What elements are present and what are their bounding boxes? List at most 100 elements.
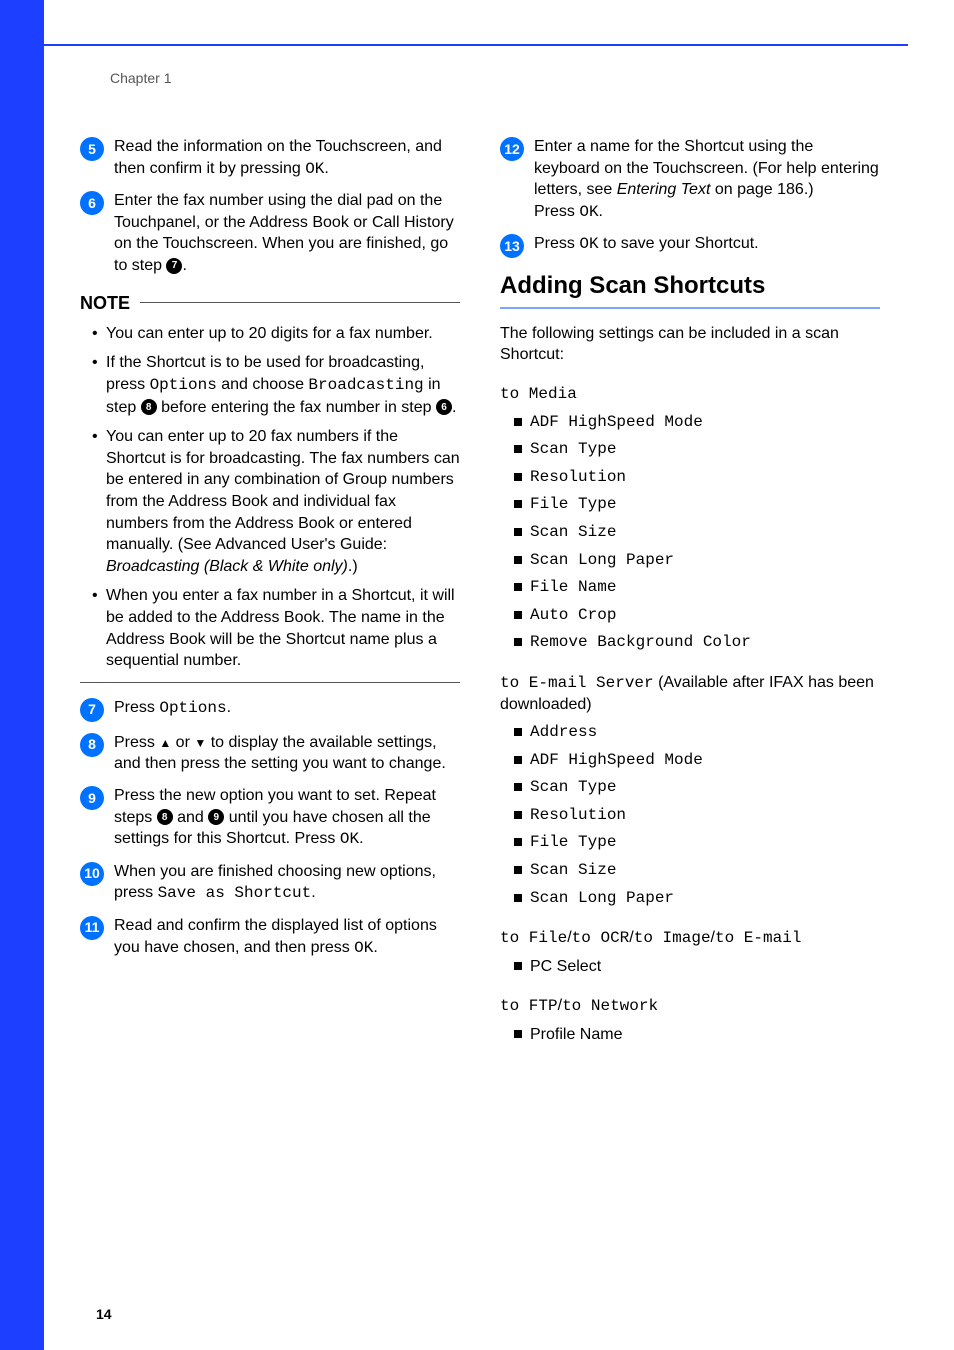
page-number: 14: [96, 1306, 112, 1322]
left-column: 5 Read the information on the Touchscree…: [80, 126, 460, 1052]
step-13-body: Press OK to save your Shortcut.: [534, 233, 880, 256]
sub1-label: to Media: [500, 384, 880, 406]
sub2-item: Resolution: [514, 805, 880, 827]
step-badge-13: 13: [500, 234, 524, 258]
step-badge-12: 12: [500, 137, 524, 161]
note-c: You can enter up to 20 fax numbers if th…: [94, 426, 460, 577]
step-13-b: to save your Shortcut.: [599, 235, 759, 252]
note-b-b: and choose: [217, 376, 309, 393]
section-lead: The following settings can be included i…: [500, 323, 880, 366]
step-11-c: .: [373, 939, 377, 956]
sub3-a: to File: [500, 929, 567, 947]
side-accent-bar: [0, 0, 44, 1350]
ref-badge-7: 7: [166, 258, 182, 274]
step-6: 6 Enter the fax number using the dial pa…: [80, 190, 460, 276]
step-5-ok: OK: [305, 160, 324, 178]
step-11: 11 Read and confirm the displayed list o…: [80, 915, 460, 959]
ref-badge-6: 6: [436, 399, 452, 415]
step-12: 12 Enter a name for the Shortcut using t…: [500, 136, 880, 223]
step-9: 9 Press the new option you want to set. …: [80, 785, 460, 851]
step-13-a: Press: [534, 235, 579, 252]
step-badge-5: 5: [80, 137, 104, 161]
step-9-ok: OK: [340, 830, 359, 848]
step-7-options: Options: [159, 699, 226, 717]
sub2-label-a: to E-mail Server: [500, 674, 654, 692]
sub4-list: Profile Name: [500, 1024, 880, 1046]
note-d: When you enter a fax number in a Shortcu…: [94, 585, 460, 671]
ref-badge-8b: 8: [157, 809, 173, 825]
ref-badge-9: 9: [208, 809, 224, 825]
step-8-mid1: or: [171, 734, 194, 751]
step-7: 7 Press Options.: [80, 697, 460, 722]
note-c-italic: Broadcasting (Black & White only): [106, 558, 348, 575]
step-12-c: Press: [534, 203, 579, 220]
sub1-item: File Name: [514, 577, 880, 599]
sub4-a: to FTP: [500, 997, 558, 1015]
step-12-ok: OK: [579, 203, 598, 221]
step-7-body: Press Options.: [114, 697, 460, 720]
step-8: 8 Press ▲ or ▼ to display the available …: [80, 732, 460, 775]
sub4-item: Profile Name: [514, 1024, 880, 1046]
step-11-a: Read and confirm the displayed list of o…: [114, 917, 437, 956]
step-11-ok: OK: [354, 939, 373, 957]
sub1-list: ADF HighSpeed Mode Scan Type Resolution …: [500, 412, 880, 654]
step-9-body: Press the new option you want to set. Re…: [114, 785, 460, 851]
step-9-c: .: [359, 830, 363, 847]
step-10-body: When you are finished choosing new optio…: [114, 861, 460, 905]
note-b-d: before entering the fax number in step: [157, 399, 436, 416]
sub1-item: Scan Long Paper: [514, 550, 880, 572]
note-close-rule: [80, 682, 460, 683]
two-column-layout: 5 Read the information on the Touchscree…: [80, 126, 880, 1052]
section-rule: [500, 307, 880, 309]
note-label: NOTE: [80, 291, 130, 315]
note-c-b: .): [348, 558, 358, 575]
chapter-label: Chapter 1: [110, 70, 880, 86]
ref-badge-8: 8: [141, 399, 157, 415]
sub2-item: Scan Long Paper: [514, 888, 880, 910]
sub2-list: Address ADF HighSpeed Mode Scan Type Res…: [500, 722, 880, 909]
sub1-item: Scan Type: [514, 439, 880, 461]
step-10: 10 When you are finished choosing new op…: [80, 861, 460, 905]
step-6-text-b: .: [182, 257, 186, 274]
note-b: If the Shortcut is to be used for broadc…: [94, 352, 460, 418]
step-13: 13 Press OK to save your Shortcut.: [500, 233, 880, 258]
step-12-body: Enter a name for the Shortcut using the …: [534, 136, 880, 223]
sub4-label: to FTP/to Network: [500, 995, 880, 1018]
step-badge-6: 6: [80, 191, 104, 215]
up-arrow-icon: ▲: [159, 736, 171, 750]
sub1-item: File Type: [514, 494, 880, 516]
sub3-item: PC Select: [514, 956, 880, 978]
note-a: You can enter up to 20 digits for a fax …: [94, 323, 460, 345]
sub3-label: to File/to OCR/to Image/to E-mail: [500, 927, 880, 950]
step-badge-11: 11: [80, 916, 104, 940]
note-b-broadcasting: Broadcasting: [308, 376, 423, 394]
step-12-entering-text: Entering Text: [617, 181, 711, 198]
note-rule: [140, 302, 460, 303]
note-b-e: .: [452, 399, 456, 416]
sub3-c: to Image: [634, 929, 711, 947]
step-13-ok: OK: [579, 235, 598, 253]
sub3-d: to E-mail: [715, 929, 801, 947]
sub3-list: PC Select: [500, 956, 880, 978]
step-badge-10: 10: [80, 862, 104, 886]
sub2-item: Scan Size: [514, 860, 880, 882]
step-5-text-a: Read the information on the Touchscreen,…: [114, 138, 442, 177]
step-5-text-c: .: [324, 160, 328, 177]
note-c-a: You can enter up to 20 fax numbers if th…: [106, 428, 460, 553]
sub1-item: Scan Size: [514, 522, 880, 544]
step-8-body: Press ▲ or ▼ to display the available se…: [114, 732, 460, 775]
step-10-c: .: [311, 884, 315, 901]
step-11-body: Read and confirm the displayed list of o…: [114, 915, 460, 959]
step-badge-8: 8: [80, 733, 104, 757]
sub3-b: to OCR: [572, 929, 630, 947]
step-7-c: .: [227, 699, 231, 716]
sub1-item: ADF HighSpeed Mode: [514, 412, 880, 434]
step-12-b: on page 186.): [710, 181, 813, 198]
step-5: 5 Read the information on the Touchscree…: [80, 136, 460, 180]
step-7-a: Press: [114, 699, 159, 716]
down-arrow-icon: ▼: [194, 736, 206, 750]
sub1-item: Remove Background Color: [514, 632, 880, 654]
step-badge-9: 9: [80, 786, 104, 810]
right-column: 12 Enter a name for the Shortcut using t…: [500, 126, 880, 1052]
sub2-label: to E-mail Server (Available after IFAX h…: [500, 672, 880, 716]
